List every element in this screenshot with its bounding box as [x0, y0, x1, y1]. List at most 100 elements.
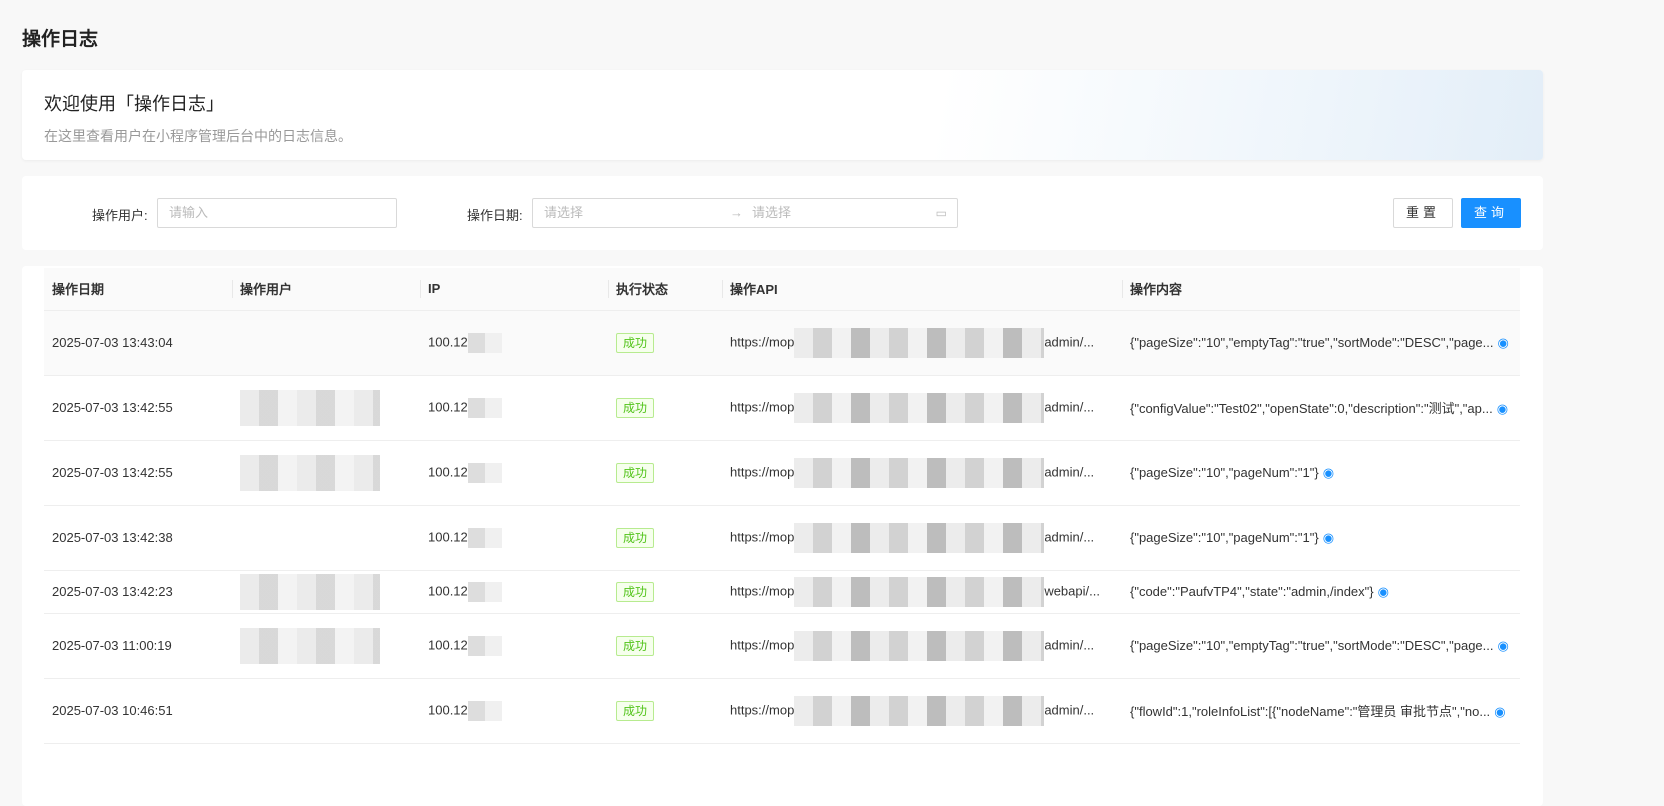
redacted-user [240, 389, 380, 426]
cell-api: https://mop admin/... [722, 613, 1122, 679]
cell-api: https://mop admin/... [722, 375, 1122, 441]
eye-icon[interactable]: ◉ [1498, 335, 1509, 350]
cell-user-redacted [232, 678, 420, 744]
start-date[interactable]: 请选择 [544, 205, 583, 220]
cell-api: https://mop admin/... [722, 505, 1122, 571]
redacted-api [794, 327, 1045, 358]
cell-api: https://mop webapi/... [722, 570, 1122, 614]
status-badge: 成功 [616, 462, 655, 483]
log-table-card: 操作日期 操作用户 IP 执行状态 操作API 操作内容 2025-07-03 … [22, 266, 1543, 806]
status-badge: 成功 [616, 581, 655, 602]
reset-button[interactable]: 重置 [1393, 198, 1453, 228]
cell-status: 成功 [608, 570, 722, 614]
cell-user-redacted [232, 375, 420, 441]
date-range-picker[interactable]: 请选择 → 请选择 ▭ [532, 198, 958, 228]
cell-ip: 100.12 [420, 310, 608, 376]
eye-icon[interactable]: ◉ [1378, 584, 1389, 599]
cell-date: 2025-07-03 13:42:55 [44, 440, 232, 506]
table-row[interactable]: 2025-07-03 13:42:38 100.12 成功 https://mo… [44, 505, 1520, 571]
cell-status: 成功 [608, 310, 722, 376]
cell-user-redacted [232, 570, 420, 614]
content-text: {"flowId":1,"roleInfoList":[{"nodeName":… [1130, 704, 1491, 719]
redacted-ip [467, 332, 502, 353]
table-row[interactable]: 2025-07-03 13:42:55 100.12 成功 https://mo… [44, 440, 1520, 506]
table-header: 操作日期 操作用户 IP 执行状态 操作API 操作内容 [44, 268, 1520, 311]
status-badge: 成功 [616, 332, 655, 353]
eye-icon[interactable]: ◉ [1494, 704, 1505, 719]
eye-icon[interactable]: ◉ [1497, 401, 1508, 416]
cell-status: 成功 [608, 505, 722, 571]
redacted-ip [467, 462, 502, 483]
cell-date: 2025-07-03 11:00:19 [44, 613, 232, 679]
cell-content: {"pageSize":"10","pageNum":"1"} ◉ [1122, 505, 1520, 571]
cell-content: {"configValue":"Test02","openState":0,"d… [1122, 375, 1520, 441]
end-date[interactable]: 请选择 [752, 199, 791, 227]
redacted-ip [467, 581, 502, 602]
table-row[interactable]: 2025-07-03 10:46:51 100.12 成功 https://mo… [44, 678, 1520, 744]
content-text: {"code":"PaufvTP4","state":"admin,/index… [1130, 583, 1374, 599]
content-text: {"configValue":"Test02","openState":0,"d… [1130, 401, 1493, 416]
api-suffix: admin/... [1044, 333, 1095, 349]
table-row[interactable]: 2025-07-03 11:00:19 100.12 成功 https://mo… [44, 613, 1520, 679]
api-prefix: https://mop [730, 636, 795, 652]
cell-api: https://mop admin/... [722, 440, 1122, 506]
cell-date: 2025-07-03 13:42:38 [44, 505, 232, 571]
filter-bar: 操作用户: 请输入 操作日期: 请选择 → 请选择 ▭ 重置 查询 [22, 176, 1543, 250]
redacted-ip [467, 635, 502, 656]
api-prefix: https://mop [730, 333, 795, 349]
cell-ip: 100.12 [420, 678, 608, 744]
eye-icon[interactable]: ◉ [1498, 638, 1509, 653]
cell-api: https://mop admin/... [722, 678, 1122, 744]
api-suffix: admin/... [1044, 398, 1095, 414]
page-title: 操作日志 [22, 29, 99, 50]
status-badge: 成功 [616, 700, 655, 721]
redacted-api [794, 522, 1045, 553]
table-row[interactable]: 2025-07-03 13:42:23 100.12 成功 https://mo… [44, 570, 1520, 614]
redacted-api [794, 457, 1045, 488]
ip-text: 100.12 [428, 333, 468, 349]
api-suffix: admin/... [1044, 463, 1095, 479]
welcome-card: 欢迎使用「操作日志」 在这里查看用户在小程序管理后台中的日志信息。 [22, 70, 1543, 160]
redacted-api [794, 392, 1045, 423]
ip-text: 100.12 [428, 463, 468, 479]
search-button[interactable]: 查询 [1461, 198, 1521, 228]
table-row[interactable]: 2025-07-03 13:43:04 100.12 成功 https://mo… [44, 310, 1520, 376]
eye-icon[interactable]: ◉ [1323, 530, 1334, 545]
api-suffix: admin/... [1044, 701, 1095, 717]
api-suffix: admin/... [1044, 636, 1095, 652]
api-prefix: https://mop [730, 701, 795, 717]
col-api: 操作API [722, 268, 1122, 311]
redacted-api [794, 630, 1045, 661]
redacted-user [240, 573, 380, 610]
cell-content: {"pageSize":"10","emptyTag":"true","sort… [1122, 310, 1520, 376]
status-badge: 成功 [616, 397, 655, 418]
redacted-user [240, 454, 380, 491]
status-badge: 成功 [616, 635, 655, 656]
log-table: 操作日期 操作用户 IP 执行状态 操作API 操作内容 2025-07-03 … [44, 268, 1520, 744]
cell-content: {"pageSize":"10","pageNum":"1"} ◉ [1122, 440, 1520, 506]
cell-api: https://mop admin/... [722, 310, 1122, 376]
status-badge: 成功 [616, 527, 655, 548]
table-row[interactable]: 2025-07-03 13:42:55 100.12 成功 https://mo… [44, 375, 1520, 441]
content-text: {"pageSize":"10","pageNum":"1"} [1130, 529, 1319, 545]
range-arrow: → [730, 205, 743, 220]
api-prefix: https://mop [730, 528, 795, 544]
cell-date: 2025-07-03 13:42:55 [44, 375, 232, 441]
col-status: 执行状态 [608, 268, 722, 311]
cell-user-redacted [232, 613, 420, 679]
redacted-ip [467, 397, 502, 418]
cell-status: 成功 [608, 678, 722, 744]
content-text: {"pageSize":"10","pageNum":"1"} [1130, 464, 1319, 480]
ip-text: 100.12 [428, 701, 468, 717]
ip-text: 100.12 [428, 636, 468, 652]
user-input[interactable]: 请输入 [157, 198, 397, 228]
user-label: 操作用户: [92, 208, 148, 223]
col-content: 操作内容 [1122, 268, 1520, 311]
cell-content: {"flowId":1,"roleInfoList":[{"nodeName":… [1122, 678, 1520, 744]
col-ip: IP [420, 268, 608, 311]
eye-icon[interactable]: ◉ [1323, 465, 1334, 480]
cell-ip: 100.12 [420, 570, 608, 614]
calendar-icon: ▭ [935, 206, 947, 220]
content-text: {"pageSize":"10","emptyTag":"true","sort… [1130, 334, 1494, 350]
cell-user-redacted [232, 440, 420, 506]
